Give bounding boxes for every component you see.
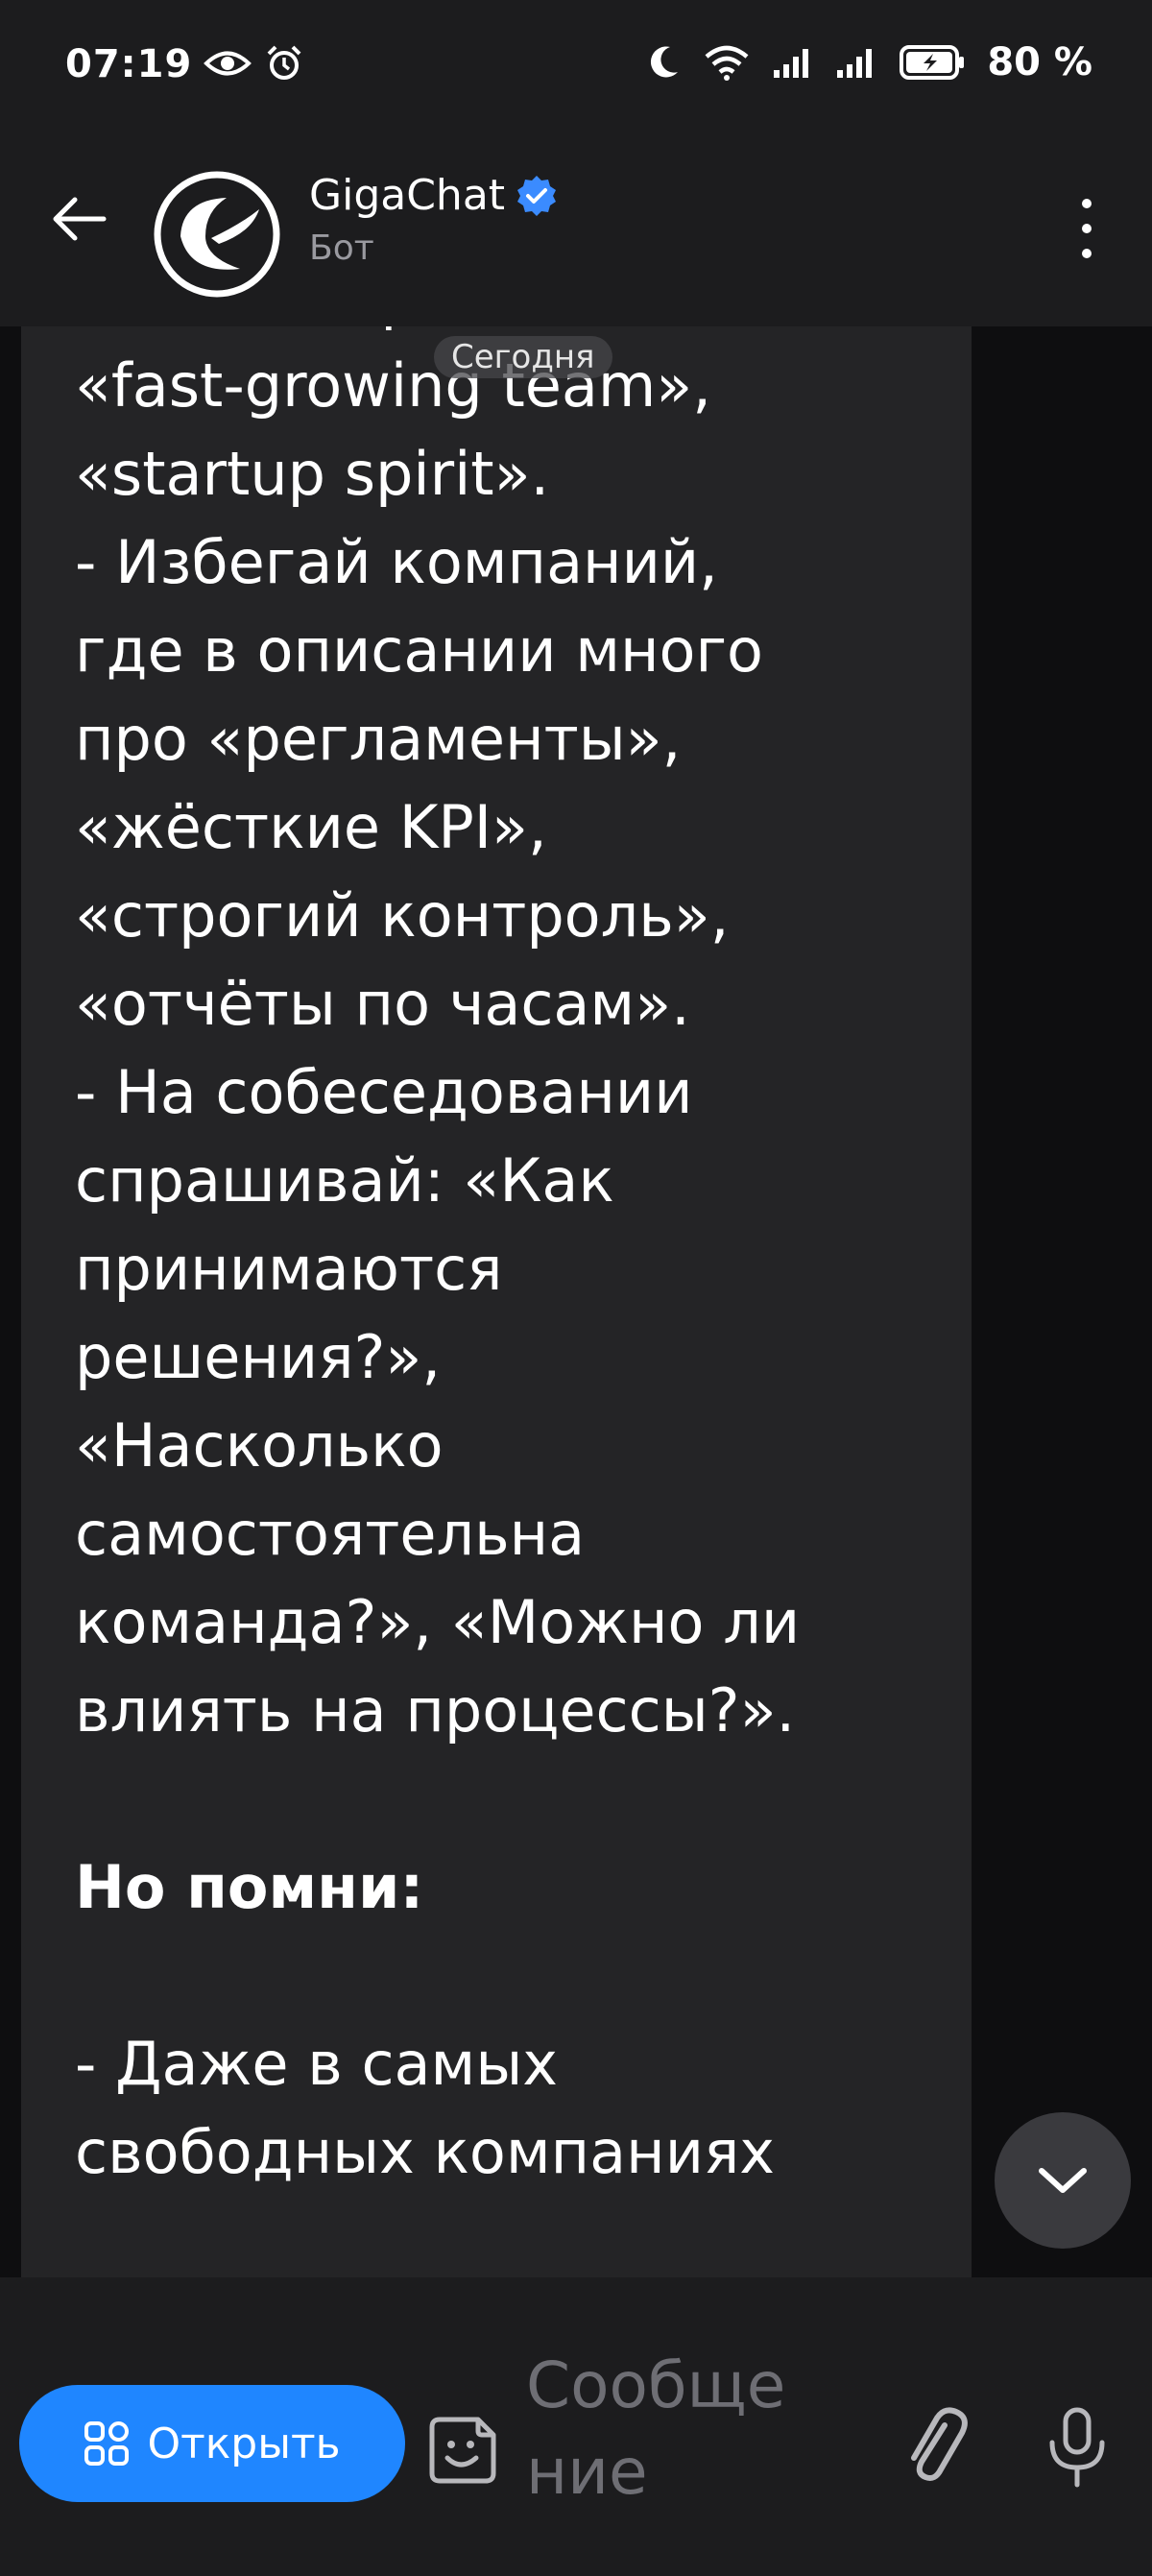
scroll-down-button[interactable]: [995, 2112, 1131, 2249]
message-line: спрашивай: «Как: [75, 1145, 614, 1216]
bot-name-text: GigaChat: [309, 171, 506, 220]
message-line: самостоятельна: [75, 1499, 586, 1569]
message-line: «жёсткие KPI»,: [75, 792, 547, 862]
message-line: решения?»,: [75, 1322, 442, 1392]
signal-icon: [837, 49, 873, 78]
status-time: 07:19: [65, 42, 193, 86]
message-line: принимаются: [75, 1234, 503, 1304]
message-line: - Даже в самых: [75, 2029, 558, 2099]
bot-name: GigaChat: [309, 171, 559, 220]
open-button[interactable]: Открыть: [19, 2385, 405, 2502]
gigachat-logo-icon[interactable]: [152, 169, 282, 300]
chat-header: GigaChat Бот: [0, 134, 1152, 326]
eye-icon: [204, 51, 252, 76]
back-arrow-icon[interactable]: [48, 188, 109, 250]
chat-area[interactable]: «ownership»,«fast-growing team»,«startup…: [0, 326, 1152, 2277]
message-line: команда?», «Можно ли: [75, 1587, 801, 1657]
chevron-down-icon: [1039, 2168, 1087, 2193]
battery-level: 80 %: [987, 40, 1092, 84]
more-vertical-icon[interactable]: [1068, 190, 1106, 267]
status-right-icons: 80 %: [647, 40, 1092, 84]
message-line: «отчёты по часам».: [75, 969, 690, 1039]
message-line: про «регламенты»,: [75, 704, 682, 774]
signal-icon: [774, 49, 809, 78]
status-bar: 07:19 80 %: [0, 0, 1152, 134]
input-bar: Открыть Сообще ние: [0, 2277, 1152, 2576]
moon-icon: [651, 46, 679, 78]
wifi-icon: [705, 45, 749, 81]
bot-message-bubble[interactable]: «ownership»,«fast-growing team»,«startup…: [21, 326, 972, 2277]
message-text: «ownership»,«fast-growing team»,«startup…: [75, 326, 977, 2197]
message-line: влиять на процессы?».: [75, 1675, 796, 1745]
date-chip: Сегодня: [434, 336, 612, 378]
message-line: Но помни:: [75, 1852, 424, 1922]
bot-subtitle: Бот: [309, 229, 374, 268]
alarm-icon: [267, 45, 301, 80]
message-line: где в описании много: [75, 615, 763, 686]
battery-charging-icon: [900, 45, 965, 80]
message-line: «startup spirit».: [75, 439, 550, 509]
verified-icon: [517, 175, 557, 216]
open-button-label: Открыть: [147, 2419, 341, 2468]
message-line: свободных компаниях: [75, 2117, 775, 2187]
message-input-placeholder-cont: ние: [526, 2435, 648, 2509]
message-input-placeholder: Сообще: [526, 2348, 786, 2422]
message-line: - На собеседовании: [75, 1057, 693, 1127]
message-input[interactable]: Сообще ние: [526, 2343, 852, 2516]
message-line: «Насколько: [75, 1410, 444, 1481]
grid-icon: [84, 2421, 130, 2466]
microphone-icon[interactable]: [1039, 2404, 1116, 2491]
message-line: «строгий контроль»,: [75, 880, 730, 951]
sticker-icon[interactable]: [424, 2412, 501, 2489]
message-line: - Избегай компаний,: [75, 527, 718, 597]
paperclip-icon[interactable]: [895, 2404, 972, 2491]
status-left-icons: [204, 44, 303, 83]
